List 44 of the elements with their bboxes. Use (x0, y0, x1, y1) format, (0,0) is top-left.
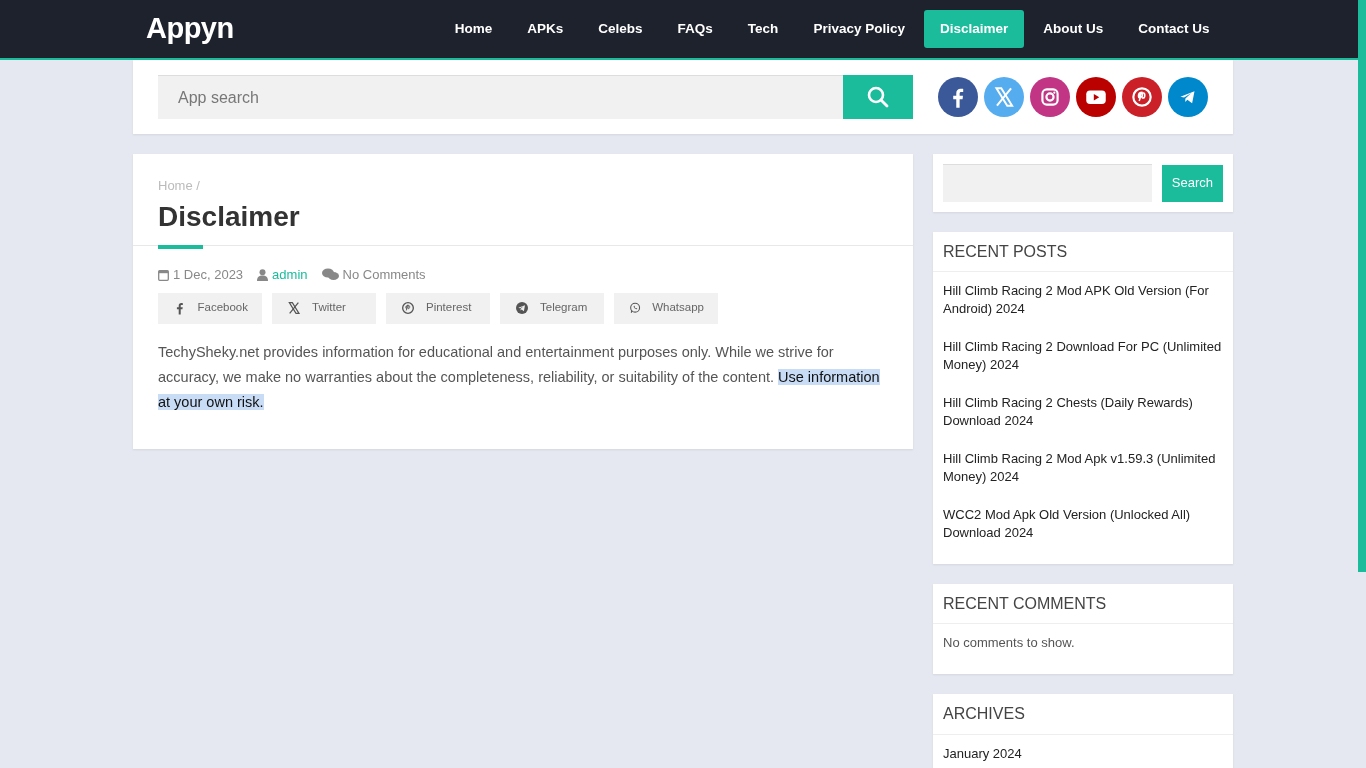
nav-link[interactable]: Privacy Policy (797, 9, 921, 49)
post-link[interactable]: Hill Climb Racing 2 Download For PC (Unlimited Money) 2024 (943, 338, 1223, 375)
nav-link[interactable]: Home (439, 9, 508, 49)
page-title: Disclaimer (158, 199, 301, 234)
user-icon (257, 268, 269, 281)
nav-link[interactable]: Celebs (582, 9, 659, 49)
search-button[interactable] (843, 75, 913, 119)
sidebar-search-field[interactable] (943, 164, 1152, 202)
widget-title: RECENT POSTS (933, 232, 1233, 273)
post-link[interactable]: January 2024 (943, 744, 1223, 763)
share-button[interactable]: Pinterest (386, 292, 490, 324)
paper-plane-icon (514, 300, 530, 317)
post-link[interactable]: Hill Climb Racing 2 Mod Apk v1.59.3 (Unlimited Money) 2024 (943, 450, 1223, 487)
search-icon (867, 86, 889, 108)
nav-link[interactable]: FAQs (662, 9, 729, 49)
post-date: 1 Dec, 2023 (173, 266, 244, 285)
share-button[interactable]: Facebook (158, 292, 262, 324)
share-button[interactable]: Twitter (272, 292, 376, 324)
comments-count: No Comments (342, 266, 426, 285)
share-button[interactable]: Telegram (500, 292, 604, 324)
nav-link[interactable]: About Us (1027, 9, 1119, 49)
calendar-icon (158, 268, 169, 281)
post-link[interactable]: Hill Climb Racing 2 Mod APK Old Version (For Android) 2024 (943, 282, 1223, 319)
search-field[interactable]: App search (158, 75, 843, 119)
facebook-f-icon[interactable] (938, 77, 978, 117)
x-letter-icon[interactable] (984, 77, 1024, 117)
camera-icon[interactable] (1030, 77, 1070, 117)
scrollbar-thumb[interactable] (1358, 0, 1366, 572)
nav-link[interactable]: APKs (511, 9, 579, 49)
share-button[interactable]: Whatsapp (614, 292, 718, 324)
paper-plane-icon[interactable] (1168, 77, 1208, 117)
p-letter-icon (400, 300, 416, 317)
post-link[interactable]: WCC2 Mod Apk Old Version (Unlocked All) Download 2024 (943, 506, 1223, 543)
widget-title: ARCHIVES (933, 694, 1233, 735)
comments-icon (321, 268, 339, 282)
post-link[interactable]: Hill Climb Racing 2 Chests (Daily Rewards) Download 2024 (943, 394, 1223, 431)
nav-link[interactable]: Tech (732, 9, 794, 49)
play-button-icon[interactable] (1076, 77, 1116, 117)
widget-title: RECENT COMMENTS (933, 584, 1233, 625)
nav-link[interactable]: Contact Us (1122, 9, 1225, 49)
site-logo[interactable]: Appyn (146, 7, 234, 51)
p-letter-icon[interactable] (1122, 77, 1162, 117)
empty-note: No comments to show. (943, 634, 1076, 653)
x-letter-icon (286, 300, 302, 317)
